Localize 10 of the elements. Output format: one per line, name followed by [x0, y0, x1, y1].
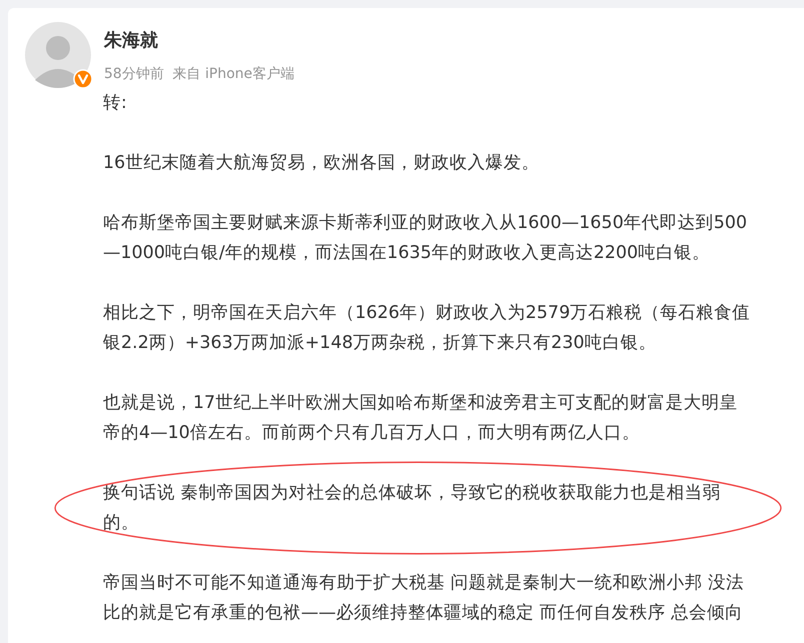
post-paragraph: 哈布斯堡帝国主要财赋来源卡斯蒂利亚的财政收入从1600—1650年代即达到500 —1000吨白银/年的规模，而法国在1635年的财政收入更高达2200吨白银。 — [103, 212, 748, 265]
post-paragraph: 16世纪末随着大航海贸易，欧洲各国，财政收入爆发。 — [103, 152, 540, 175]
author-name[interactable]: 朱海就 — [104, 28, 294, 54]
post-paragraph: 也就是说，17世纪上半叶欧洲大国如哈布斯堡和波旁君主可支配的财富是大明皇 帝的4—10倍左右。而前两个只有几百万人口，而大明有两亿人口。 — [103, 392, 738, 445]
post-paragraph: 转: — [103, 92, 128, 115]
post-meta: 58分钟前 来自 iPhone客户端 — [104, 65, 294, 83]
avatar[interactable] — [25, 22, 91, 88]
post-paragraph: 帝国当时不可能不知道通海有助于扩大税基 问题就是秦制大一统和欧洲小邦 没法 比的就是它有承重的包袱——必须维持整体疆域的稳定 而任何自发秩序 总会倾向 — [103, 572, 746, 625]
post-paragraph: 换句话说 秦制帝国因为对社会的总体破坏，导致它的税收获取能力也是相当弱 的。 — [103, 482, 722, 535]
post-paragraph: 相比之下，明帝国在天启六年（1626年）财政收入为2579万石粮税（每石粮食值 银2.2两）+363万两加派+148万两杂税，折算下来只有230吨白银。 — [103, 302, 752, 355]
